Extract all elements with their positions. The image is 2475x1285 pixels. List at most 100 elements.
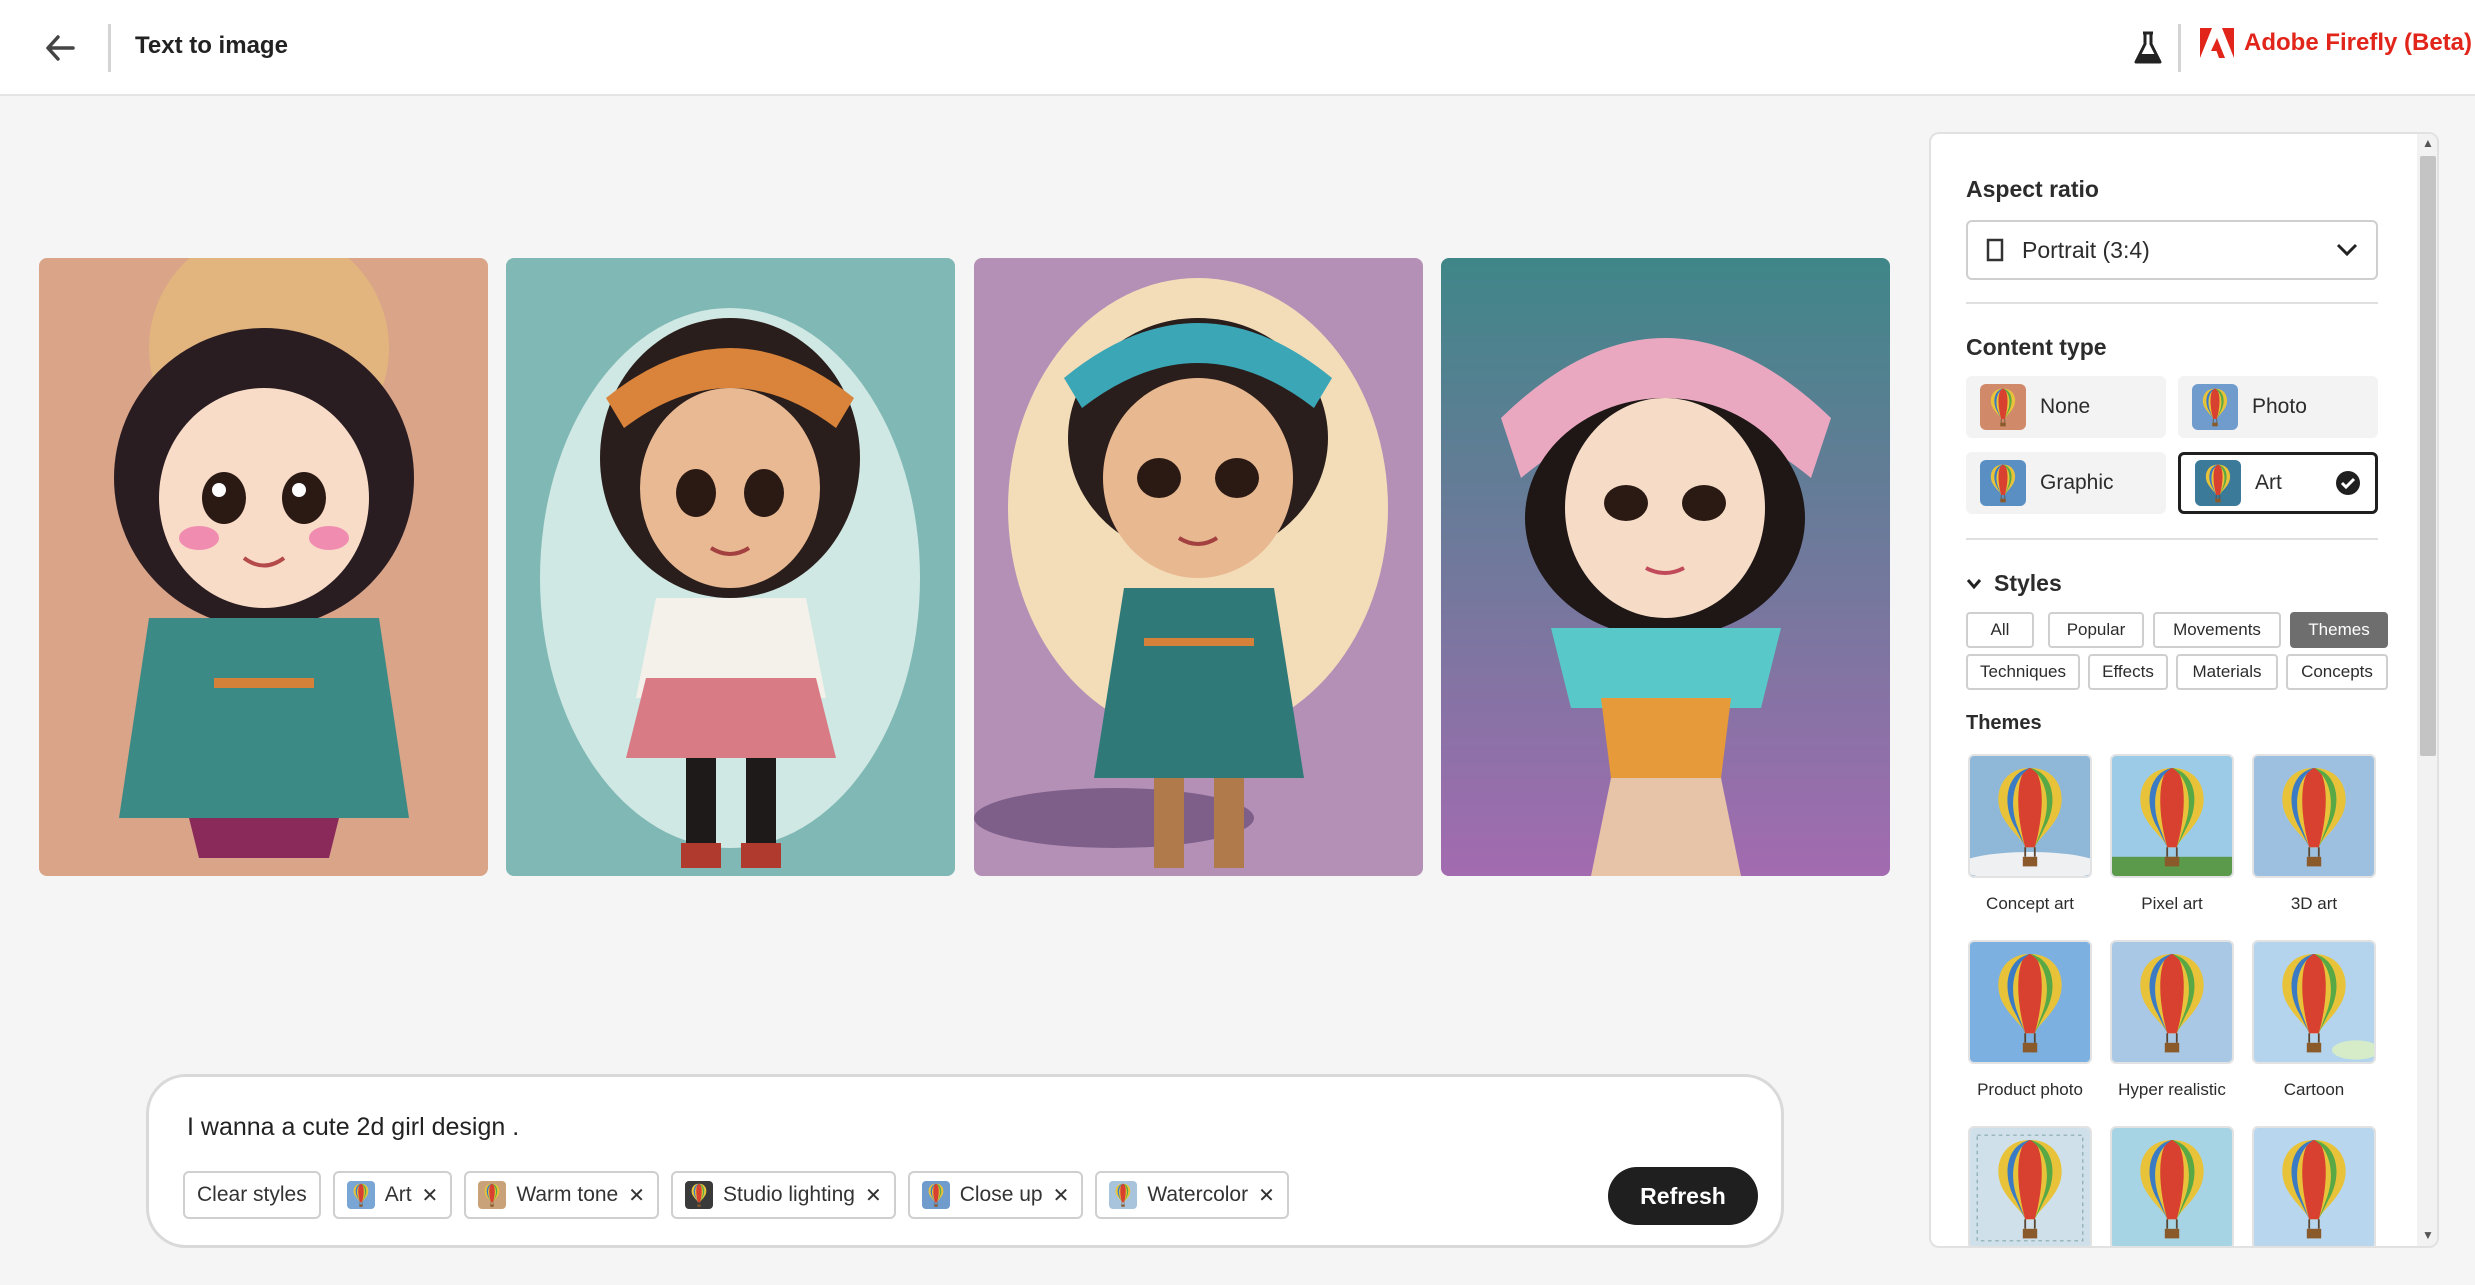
theme-pixel-art[interactable]: Pixel art [2110,754,2234,914]
chip-label: Studio lighting [723,1183,855,1206]
theme-pastel[interactable] [2252,1126,2376,1246]
balloon-icon [2252,1126,2376,1246]
style-tab-themes[interactable]: Themes [2290,612,2388,648]
balloon-icon [478,1181,507,1209]
flask-icon[interactable] [2133,30,2163,66]
chip-label: Watercolor [1147,1183,1249,1206]
theme-hyper-realistic[interactable]: Hyper realistic [2110,940,2234,1100]
style-chip-warm-tone[interactable]: Warm tone ✕ [464,1171,659,1219]
theme-product-photo[interactable]: Product photo [1968,940,2092,1100]
styles-label: Styles [1994,570,2062,596]
content-type-label: Content type [1966,334,2107,360]
balloon-icon [2252,754,2376,878]
remove-chip-icon[interactable]: ✕ [1258,1183,1275,1208]
header-divider [108,24,111,72]
style-tab-materials[interactable]: Materials [2176,654,2278,690]
content-type-art[interactable]: Art [2178,452,2378,514]
back-button[interactable] [38,30,82,66]
styles-toggle[interactable]: Styles [1966,570,2062,597]
chip-label: Warm tone [516,1183,619,1206]
balloon-icon [1968,940,2092,1064]
balloon-icon [1980,460,2026,506]
style-tab-movements[interactable]: Movements [2153,612,2281,648]
balloon-icon [921,1181,950,1209]
theme-3d-art[interactable]: 3D art [2252,754,2376,914]
balloon-icon [1968,1126,2092,1246]
style-chip-studio-lighting[interactable]: Studio lighting ✕ [671,1171,896,1219]
theme-label: Concept art [1986,894,2074,913]
balloon-icon [2110,940,2234,1064]
adobe-logo-icon [2200,28,2234,58]
generated-image-1[interactable] [39,258,488,876]
style-tab-popular[interactable]: Popular [2048,612,2144,648]
theme-label: Cartoon [2283,1080,2345,1099]
clear-styles-label: Clear styles [197,1183,307,1206]
aspect-ratio-select[interactable]: Portrait (3:4) [1966,220,2378,280]
arrow-left-icon [46,35,75,61]
checkmark-icon [2336,471,2360,495]
balloon-icon [346,1181,375,1209]
theme-flat[interactable] [2110,1126,2234,1246]
header-divider [2178,24,2181,72]
theme-stamp[interactable] [1968,1126,2092,1246]
chevron-down-icon [2336,243,2358,257]
content-type-label: Art [2255,471,2282,494]
balloon-icon [2110,1126,2234,1246]
remove-chip-icon[interactable]: ✕ [628,1183,645,1208]
chip-label: Close up [959,1183,1043,1206]
generated-image-2[interactable] [506,258,955,876]
style-tab-effects[interactable]: Effects [2088,654,2168,690]
theme-cartoon[interactable]: Cartoon [2252,940,2376,1100]
theme-label: Product photo [1977,1080,2083,1099]
refresh-button[interactable]: Refresh [1608,1167,1758,1225]
aspect-ratio-value: Portrait (3:4) [2022,236,2150,263]
style-tab-techniques[interactable]: Techniques [1966,654,2080,690]
scroll-up-icon[interactable]: ▲ [2422,136,2434,150]
balloon-icon [1980,384,2026,430]
balloon-icon [1968,754,2092,878]
scroll-down-icon[interactable]: ▼ [2422,1228,2434,1242]
remove-chip-icon[interactable]: ✕ [865,1183,882,1208]
theme-concept-art[interactable]: Concept art [1968,754,2092,914]
theme-label: Pixel art [2141,894,2203,913]
generated-image-4[interactable] [1441,258,1890,876]
theme-label: Hyper realistic [2118,1080,2226,1099]
chip-label: Art [384,1183,412,1206]
style-tab-concepts[interactable]: Concepts [2286,654,2388,690]
theme-label: 3D art [2290,894,2338,913]
top-bar: Text to image Adobe Firefly (Beta) [0,0,2475,96]
balloon-icon [1109,1181,1138,1209]
content-type-photo[interactable]: Photo [2178,376,2378,438]
prompt-bar: I wanna a cute 2d girl design . Clear st… [146,1074,1784,1248]
style-chips: Clear styles Art ✕ Warm tone ✕ Studio li… [183,1171,1289,1219]
remove-chip-icon[interactable]: ✕ [1053,1183,1070,1208]
themes-label: Themes [1966,712,2042,734]
style-chip-watercolor[interactable]: Watercolor ✕ [1095,1171,1289,1219]
style-chip-art[interactable]: Art ✕ [332,1171,453,1219]
content-type-label: None [2040,395,2091,418]
balloon-icon [2192,384,2238,430]
content-type-graphic[interactable]: Graphic [1966,452,2166,514]
aspect-ratio-label: Aspect ratio [1966,176,2099,202]
balloon-icon [2252,940,2376,1064]
content-type-none[interactable]: None [1966,376,2166,438]
balloon-icon [685,1181,713,1209]
style-chip-close-up[interactable]: Close up ✕ [907,1171,1084,1219]
portrait-icon [1986,238,2004,262]
content-type-label: Graphic [2040,471,2114,494]
page-title: Text to image [135,32,288,59]
scroll-thumb[interactable] [2420,156,2436,756]
balloon-icon [2195,460,2241,506]
style-tab-all[interactable]: All [1966,612,2034,648]
generated-image-3[interactable] [974,258,1423,876]
clear-styles-button[interactable]: Clear styles [183,1171,321,1219]
balloon-icon [2110,754,2234,878]
remove-chip-icon[interactable]: ✕ [422,1183,439,1208]
brand[interactable]: Adobe Firefly (Beta) [2200,28,2472,58]
brand-name: Adobe Firefly (Beta) [2244,29,2473,56]
content-type-label: Photo [2252,395,2307,418]
prompt-input[interactable]: I wanna a cute 2d girl design . [187,1113,1487,1142]
panel-scrollbar[interactable]: ▲ ▼ [2417,134,2437,1246]
chevron-down-icon [1966,578,1982,589]
divider [1966,538,2378,540]
